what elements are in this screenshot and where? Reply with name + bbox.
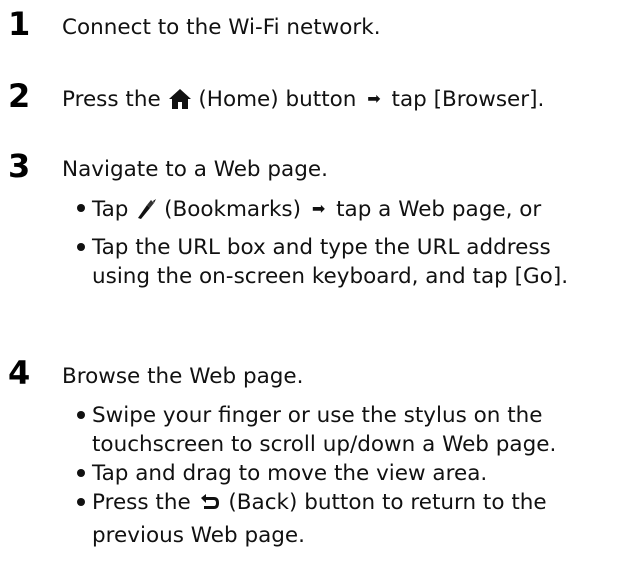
bullet-dot — [77, 498, 85, 506]
bullet-dot — [77, 411, 85, 419]
step-text: Press the (Home) button ➡ tap [Browser]. — [62, 87, 544, 117]
step-text-before: Press the — [62, 87, 161, 112]
bullet-dot — [77, 469, 85, 477]
step-text: Navigate to a Web page. — [62, 157, 328, 182]
bullet-list: Swipe your finger or use the stylus on t… — [77, 401, 556, 550]
home-icon — [168, 88, 192, 117]
step-text: Connect to the Wi-Fi network. — [62, 15, 381, 40]
list-item: Tap (Bookmarks) ➡ tap a Web page, or — [77, 194, 568, 228]
bookmarks-icon — [135, 196, 157, 228]
step-number: 3 — [8, 147, 31, 185]
list-item: Press the (Back) button to return to the… — [77, 488, 556, 550]
arrow-right-icon: ➡ — [367, 89, 381, 108]
step-number: 1 — [8, 5, 31, 43]
home-button-label: (Home) button — [198, 87, 357, 112]
step-text: Browse the Web page. — [62, 364, 304, 389]
list-item: Tap and drag to move the view area. — [77, 459, 556, 488]
list-item: Tap the URL box and type the URL address… — [77, 233, 568, 291]
step-number: 4 — [8, 354, 31, 392]
bullet-dot — [77, 204, 85, 212]
bullet-list: Tap (Bookmarks) ➡ tap a Web page, or Tap… — [77, 194, 568, 291]
list-item: Swipe your finger or use the stylus on t… — [77, 401, 556, 459]
arrow-right-icon: ➡ — [311, 199, 326, 218]
bullet-dot — [77, 243, 85, 251]
back-icon — [198, 492, 222, 521]
step-text-after: tap [Browser]. — [391, 87, 545, 112]
step-number: 2 — [8, 77, 31, 115]
